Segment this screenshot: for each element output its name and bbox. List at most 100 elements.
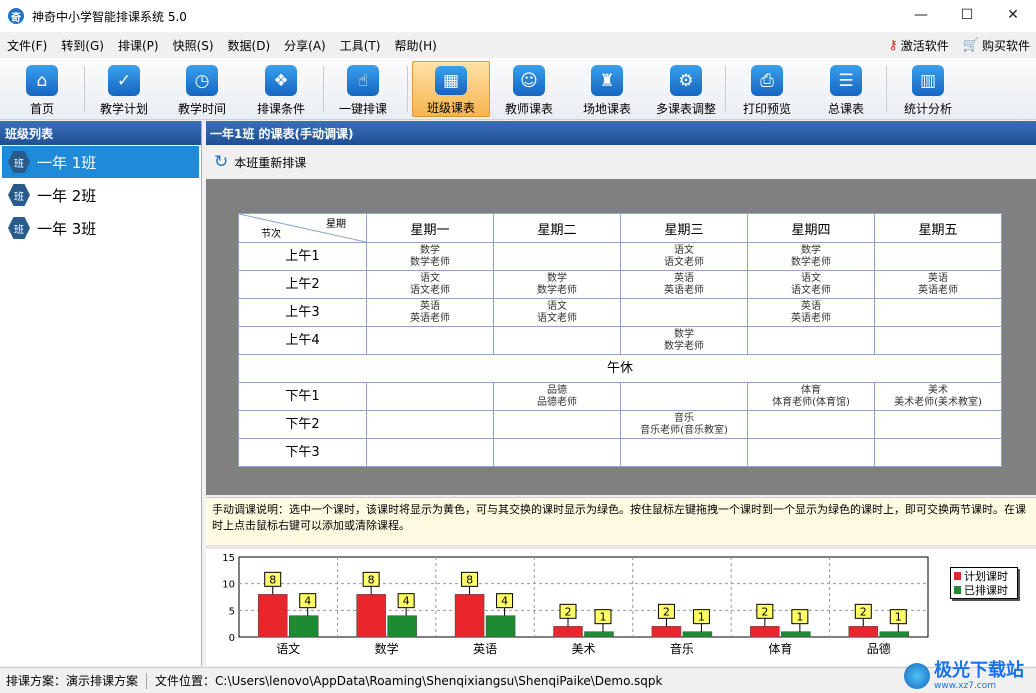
x-tick-label: 英语 [473, 642, 497, 656]
menu-item[interactable]: 快照(S) [166, 37, 221, 54]
toolbar-label: 总课表 [827, 102, 864, 116]
activate-label: 激活软件 [900, 38, 949, 53]
menu-item[interactable]: 帮助(H) [387, 37, 443, 54]
toolbar-button-2[interactable]: ◷ 教学时间 [163, 61, 241, 117]
activate-software-button[interactable]: ⚷ 激活软件 [888, 37, 949, 54]
lesson-cell[interactable] [874, 438, 1002, 467]
lesson-cell[interactable] [366, 326, 494, 355]
lesson-cell[interactable]: 英语 英语老师 [620, 270, 748, 299]
lesson-cell[interactable] [747, 326, 875, 355]
lesson-cell[interactable] [874, 242, 1002, 271]
class-list-item[interactable]: 班一年 1班 [2, 146, 199, 178]
menu-item[interactable]: 转到(G) [54, 37, 111, 54]
data-label: 1 [698, 611, 705, 624]
lesson-cell[interactable] [366, 438, 494, 467]
class-badge-icon: 班 [8, 151, 30, 173]
legend-entry: 已排课时 [954, 583, 1014, 597]
lesson-cell[interactable]: 音乐 音乐老师(音乐教室) [620, 410, 748, 439]
lesson-cell[interactable] [620, 438, 748, 467]
lesson-cell[interactable] [493, 438, 621, 467]
lesson-cell[interactable] [620, 382, 748, 411]
toolbar-button-6[interactable]: ☺ 教师课表 [490, 61, 568, 117]
toolbar-button-10[interactable]: ☰ 总课表 [807, 61, 885, 117]
lesson-cell[interactable] [874, 326, 1002, 355]
lesson-cell[interactable]: 英语 英语老师 [747, 298, 875, 327]
lesson-cell[interactable]: 英语 英语老师 [874, 270, 1002, 299]
lesson-teacher: 语文老师 [410, 284, 450, 296]
lesson-cell[interactable]: 品德 品德老师 [493, 382, 621, 411]
lesson-cell[interactable]: 语文 语文老师 [493, 298, 621, 327]
lesson-cell[interactable] [366, 410, 494, 439]
lesson-teacher: 数学老师 [664, 340, 704, 352]
lesson-cell[interactable]: 数学 数学老师 [620, 326, 748, 355]
data-label: 4 [304, 595, 311, 608]
lesson-cell[interactable]: 体育 体育老师(体育馆) [747, 382, 875, 411]
reschedule-class-button[interactable]: ↻ 本班重新排课 [214, 152, 306, 172]
y-tick-label: 5 [229, 606, 235, 617]
toolbar-label: 首页 [29, 102, 54, 116]
bar-scheduled [387, 615, 417, 638]
menu-item[interactable]: 数据(D) [221, 37, 278, 54]
toolbar-label: 一键排课 [338, 102, 387, 116]
lesson-teacher: 英语老师 [918, 284, 958, 296]
toolbar-button-11[interactable]: ▥ 统计分析 [889, 61, 967, 117]
toolbar-button-7[interactable]: ♜ 场地课表 [568, 61, 646, 117]
close-button[interactable]: ✕ [990, 0, 1036, 30]
lesson-cell[interactable]: 语文 语文老师 [620, 242, 748, 271]
toolbar-button-9[interactable]: ⎙ 打印预览 [728, 61, 806, 117]
lesson-teacher: 英语老师 [791, 312, 831, 324]
toolbar-button-1[interactable]: ✓ 教学计划 [85, 61, 163, 117]
lesson-cell[interactable]: 语文 语文老师 [366, 270, 494, 299]
lesson-subject: 美术 [928, 384, 948, 396]
lesson-subject: 数学 [674, 328, 694, 340]
class-list-item[interactable]: 班一年 3班 [2, 212, 199, 244]
menu-item[interactable]: 工具(T) [333, 37, 388, 54]
buy-software-button[interactable]: 🛒 购买软件 [963, 37, 1030, 54]
lesson-cell[interactable] [620, 298, 748, 327]
maximize-button[interactable]: ☐ [944, 0, 990, 30]
period-label: 下午2 [238, 410, 367, 439]
corner-period-label: 节次 [261, 229, 281, 240]
hours-chart: 0 5 10 15 8 4 语文 8 4 数学 8 4 英语 2 1 美术 2 1 音乐 2 1 体育 2 1 品德 计划课时已… [206, 549, 1036, 666]
toolbar-button-3[interactable]: ❖ 排课条件 [242, 61, 320, 117]
bar-planned [750, 626, 780, 638]
menu-item[interactable]: 分享(A) [277, 37, 333, 54]
toolbar-button-8[interactable]: ⚙ 多课表调整 [647, 61, 725, 117]
toolbar-button-5[interactable]: ▦ 班级课表 [412, 61, 490, 117]
teacher-card-icon: ☺ [513, 65, 545, 96]
class-list-item[interactable]: 班一年 2班 [2, 179, 199, 211]
status-plan: 排课方案：演示排课方案 [6, 674, 139, 688]
adjust-doc-icon: ⚙ [670, 65, 702, 96]
y-tick-label: 10 [222, 580, 235, 591]
reschedule-label: 本班重新排课 [234, 155, 307, 170]
lesson-cell[interactable]: 数学 数学老师 [747, 242, 875, 271]
lesson-cell[interactable]: 数学 数学老师 [493, 270, 621, 299]
lunch-break-row: 午休 [238, 354, 1002, 383]
toolbar-button-4[interactable]: ☝ 一键排课 [324, 61, 402, 117]
bar-chart-icon: ▥ [912, 65, 944, 96]
lesson-cell[interactable] [874, 410, 1002, 439]
lesson-cell[interactable] [493, 326, 621, 355]
lesson-cell[interactable] [366, 382, 494, 411]
menu-item[interactable]: 排课(P) [111, 37, 166, 54]
bar-scheduled [584, 631, 614, 638]
lesson-cell[interactable] [747, 438, 875, 467]
lesson-cell[interactable] [493, 242, 621, 271]
data-label: 8 [466, 573, 473, 586]
printer-icon: ⎙ [751, 65, 783, 96]
period-row: 上午2 语文 语文老师 数学 数学老师 英语 英语老师 语文 语文老师 英语 英语老师 [238, 270, 1002, 299]
lesson-cell[interactable] [874, 298, 1002, 327]
lesson-cell[interactable]: 英语 英语老师 [366, 298, 494, 327]
toolbar-button-0[interactable]: ⌂ 首页 [3, 61, 81, 117]
lesson-cell[interactable]: 语文 语文老师 [747, 270, 875, 299]
lesson-cell[interactable]: 数学 数学老师 [366, 242, 494, 271]
menu-item[interactable]: 文件(F) [0, 37, 54, 54]
lesson-cell[interactable] [747, 410, 875, 439]
lesson-cell[interactable]: 美术 美术老师(美术教室) [874, 382, 1002, 411]
period-label: 下午3 [238, 438, 367, 467]
y-tick-label: 15 [222, 553, 235, 564]
period-label: 上午4 [238, 326, 367, 355]
lesson-subject: 英语 [801, 300, 821, 312]
lesson-cell[interactable] [493, 410, 621, 439]
minimize-button[interactable]: — [898, 0, 944, 30]
